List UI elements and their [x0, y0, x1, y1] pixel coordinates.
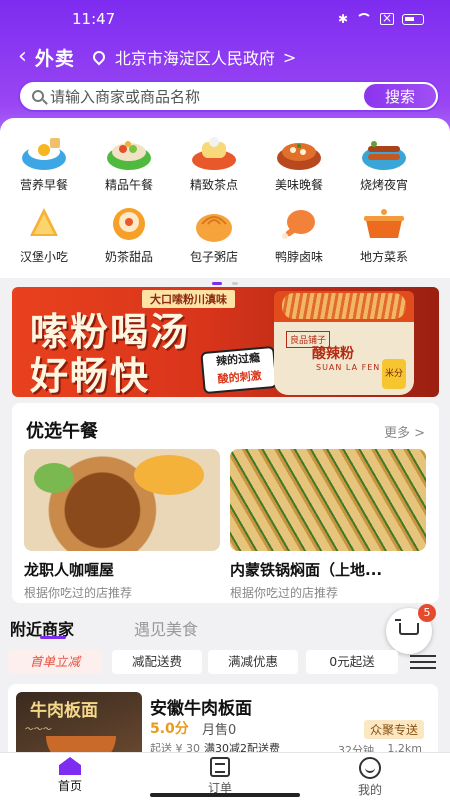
section-title: 优选午餐	[26, 421, 98, 442]
cart-icon	[395, 619, 419, 635]
nav-row: ‹ 外卖 北京市海淀区人民政府 >	[18, 44, 296, 70]
category-item[interactable]: 鸭脖卤味	[256, 204, 342, 265]
dish-subtitle: 根据你吃过的店推荐	[230, 586, 339, 600]
nav-profile[interactable]: 我的	[330, 757, 410, 798]
pager-dot-active	[212, 282, 223, 285]
address-selector[interactable]: 北京市海淀区人民政府	[115, 45, 275, 69]
dish-name: 内蒙铁锅焖面（上地...	[230, 561, 383, 579]
category-label: 奶茶甜品	[104, 250, 153, 264]
category-label: 美味晚餐	[274, 178, 323, 192]
category-grid: 营养早餐 精品午餐 精致茶点 美味晚餐 烧烤夜宵 汉堡小吃 奶茶甜品 包子粥店 …	[0, 118, 450, 285]
nav-label: 首页	[57, 779, 82, 793]
sim-icon: ×	[380, 11, 394, 25]
product-subtitle: SUAN LA FEN	[316, 363, 381, 372]
home-indicator	[150, 793, 300, 797]
banner-sticker: 辣的过瘾 酸的刺激	[200, 345, 278, 395]
noodle-illustration	[282, 293, 406, 319]
category-item[interactable]: 奶茶甜品	[86, 204, 172, 265]
category-item[interactable]: 汉堡小吃	[1, 204, 87, 265]
back-chevron-icon[interactable]: ‹	[18, 46, 27, 68]
promo-banner[interactable]: 大口嗦粉川滇味 嗦粉喝汤 好畅快 辣的过瘾 酸的刺激 良品铺子 酸辣粉 SUAN…	[12, 287, 439, 397]
tab-indicator	[40, 636, 66, 639]
banner-headline-2: 好畅快	[30, 354, 151, 397]
filter-chip[interactable]: 0元起送	[306, 650, 398, 674]
product-badge: 米分	[382, 359, 406, 389]
featured-item[interactable]: 内蒙铁锅焖面（上地... 根据你吃过的店推荐	[230, 449, 426, 601]
merchant-sold: 月售0	[202, 723, 237, 738]
battery-icon	[402, 13, 424, 25]
category-label: 营养早餐	[19, 178, 68, 192]
dinner-icon	[275, 132, 323, 172]
featured-lunch-section: 优选午餐 更多 > 龙职人咖喱屋 根据你吃过的店推荐 内蒙铁锅焖面（上地... …	[12, 403, 439, 603]
category-label: 鸭脖卤味	[274, 250, 323, 264]
page-title: 外卖	[34, 47, 75, 70]
category-item[interactable]: 精致茶点	[171, 132, 257, 193]
category-label: 精品午餐	[104, 178, 153, 192]
filter-chip[interactable]: 首单立减	[8, 650, 102, 674]
category-item[interactable]: 包子粥店	[171, 204, 257, 265]
search-button[interactable]: 搜索	[364, 84, 436, 108]
bbq-icon	[360, 132, 408, 172]
more-link[interactable]: 更多 >	[384, 422, 425, 441]
search-icon	[32, 90, 44, 102]
bluetooth-icon: ✱	[337, 12, 348, 26]
merchant-name: 安徽牛肉板面	[150, 699, 252, 719]
filter-bar: 首单立减 减配送费 满减优惠 0元起送	[8, 650, 442, 674]
filter-chip[interactable]: 满减优惠	[208, 650, 298, 674]
dish-image	[230, 449, 426, 551]
address-chevron-icon[interactable]: >	[283, 48, 296, 67]
pager-dot	[231, 282, 238, 285]
merchant-score: 5.0分	[150, 721, 189, 737]
duck-neck-icon	[275, 204, 323, 244]
category-label: 精致茶点	[189, 178, 238, 192]
status-bar: 11:47 ✱ ×	[0, 10, 450, 32]
location-pin-icon	[90, 48, 108, 66]
cart-button[interactable]: 5	[386, 604, 436, 654]
bottom-nav: 首页 订单 我的	[0, 752, 450, 800]
breakfast-icon	[20, 132, 68, 172]
nav-orders[interactable]: 订单	[180, 757, 260, 796]
search-input[interactable]	[50, 86, 370, 108]
cart-badge: 5	[418, 604, 436, 622]
category-label: 汉堡小吃	[19, 250, 68, 264]
merchant-image-title: 牛肉板面	[30, 701, 98, 721]
wifi-icon	[356, 13, 372, 25]
delivery-tag: 众聚专送	[363, 720, 424, 739]
merchant-image-decoration: 〜〜〜	[24, 725, 52, 735]
category-label: 地方菜系	[359, 250, 408, 264]
bun-icon	[190, 204, 238, 244]
category-item[interactable]: 烧烤夜宵	[341, 132, 427, 193]
nav-label: 我的	[357, 783, 382, 797]
burger-snack-icon	[20, 204, 68, 244]
nav-home[interactable]: 首页	[30, 757, 110, 794]
lunch-icon	[105, 132, 153, 172]
home-icon	[59, 757, 81, 775]
category-item[interactable]: 美味晚餐	[256, 132, 342, 193]
category-item[interactable]: 精品午餐	[86, 132, 172, 193]
category-label: 烧烤夜宵	[359, 178, 408, 192]
dish-subtitle: 根据你吃过的店推荐	[24, 586, 133, 600]
order-icon	[210, 757, 230, 777]
tab-discover[interactable]: 遇见美食	[134, 616, 198, 640]
search-bar: 搜索	[18, 80, 440, 112]
product-name: 酸辣粉	[312, 346, 354, 362]
noodle-cup-image: 良品铺子 酸辣粉 SUAN LA FEN 米分	[274, 291, 414, 395]
milk-tea-icon	[105, 204, 153, 244]
profile-icon	[359, 757, 381, 779]
filter-menu-icon[interactable]	[410, 655, 436, 669]
filter-chip[interactable]: 减配送费	[112, 650, 202, 674]
dessert-tea-icon	[190, 132, 238, 172]
category-item[interactable]: 营养早餐	[1, 132, 87, 193]
dish-image	[24, 449, 220, 551]
status-icons: ✱ ×	[338, 12, 424, 26]
category-label: 包子粥店	[189, 250, 238, 264]
local-cuisine-icon	[360, 204, 408, 244]
featured-item[interactable]: 龙职人咖喱屋 根据你吃过的店推荐	[24, 449, 220, 601]
merchant-tabs: 附近商家 遇见美食	[0, 612, 450, 648]
status-time: 11:47	[72, 10, 116, 28]
category-item[interactable]: 地方菜系	[341, 204, 427, 265]
dish-name: 龙职人咖喱屋	[24, 561, 115, 579]
